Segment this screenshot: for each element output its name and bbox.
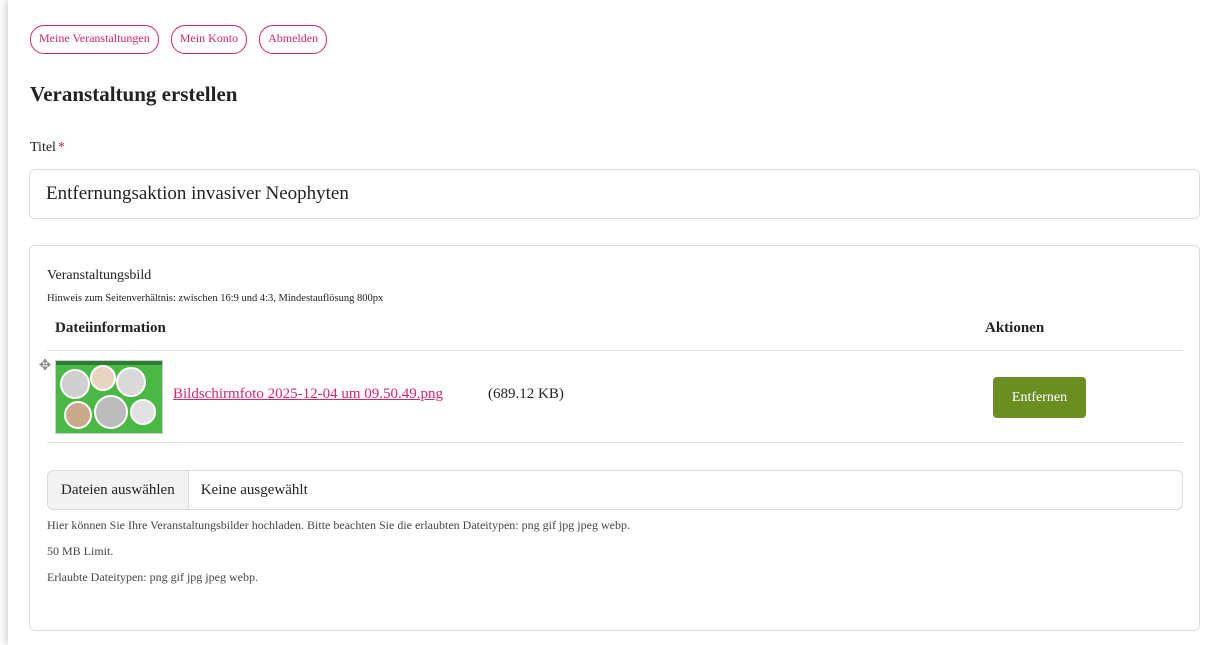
event-image-legend: Veranstaltungsbild <box>47 268 152 283</box>
title-label: Titel * <box>30 140 65 156</box>
drag-handle-icon[interactable]: ✥ <box>37 358 53 374</box>
table-divider <box>47 442 1183 443</box>
nav-my-account-button[interactable]: Mein Konto <box>170 25 248 54</box>
uploaded-file-link[interactable]: Bildschirmfoto 2025-12-04 um 09.50.49.pn… <box>173 386 443 403</box>
page-title: Veranstaltung erstellen <box>30 82 238 106</box>
table-divider <box>47 350 1183 351</box>
required-marker: * <box>57 140 65 155</box>
aspect-ratio-hint: Hinweis zum Seitenverhältnis: zwischen 1… <box>47 293 384 304</box>
event-image-fieldset: Veranstaltungsbild Hinweis zum Seitenver… <box>29 245 1200 631</box>
column-header-actions: Aktionen <box>985 320 1045 336</box>
size-limit-text: 50 MB Limit. <box>47 544 114 558</box>
choose-files-button[interactable]: Dateien auswählen <box>48 471 189 509</box>
column-header-file-info: Dateiinformation <box>55 320 166 336</box>
file-picker-status: Keine ausgewählt <box>200 481 308 498</box>
image-thumbnail <box>55 360 163 434</box>
remove-file-button[interactable]: Entfernen <box>993 377 1086 418</box>
upload-help-text: Hier können Sie Ihre Veranstaltungsbilde… <box>47 518 630 532</box>
nav-my-events-button[interactable]: Meine Veranstaltungen <box>30 25 159 54</box>
top-nav: Meine Veranstaltungen Mein Konto Abmelde… <box>30 25 328 54</box>
title-input[interactable] <box>29 169 1200 219</box>
file-picker: Dateien auswählen Keine ausgewählt <box>47 470 1183 510</box>
nav-logout-button[interactable]: Abmelden <box>259 25 328 54</box>
allowed-types-text: Erlaubte Dateitypen: png gif jpg jpeg we… <box>47 570 258 584</box>
file-size: (689.12 KB) <box>488 386 564 402</box>
title-label-text: Titel <box>30 140 56 155</box>
